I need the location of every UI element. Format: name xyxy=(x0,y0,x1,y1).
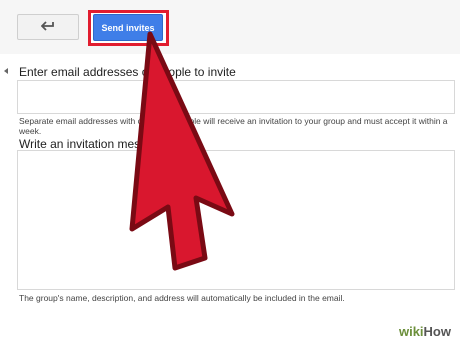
email-hint: Separate email addresses with commas. Pe… xyxy=(19,116,448,136)
back-arrow-icon xyxy=(40,18,55,36)
invitation-message-textarea[interactable] xyxy=(17,150,455,290)
watermark-part2: How xyxy=(423,324,451,339)
footer-note: The group's name, description, and addre… xyxy=(19,293,345,303)
toolbar: Send invites xyxy=(0,0,460,54)
watermark-part1: wiki xyxy=(398,324,424,339)
wikihow-watermark: wikiHow xyxy=(399,324,451,339)
email-label: Enter email addresses of people to invit… xyxy=(19,65,236,79)
send-invites-button[interactable]: Send invites xyxy=(93,14,163,41)
message-label: Write an invitation message xyxy=(19,137,167,151)
collapse-arrow-icon[interactable] xyxy=(4,68,8,74)
email-addresses-input[interactable] xyxy=(17,80,455,114)
back-button[interactable] xyxy=(17,14,79,40)
